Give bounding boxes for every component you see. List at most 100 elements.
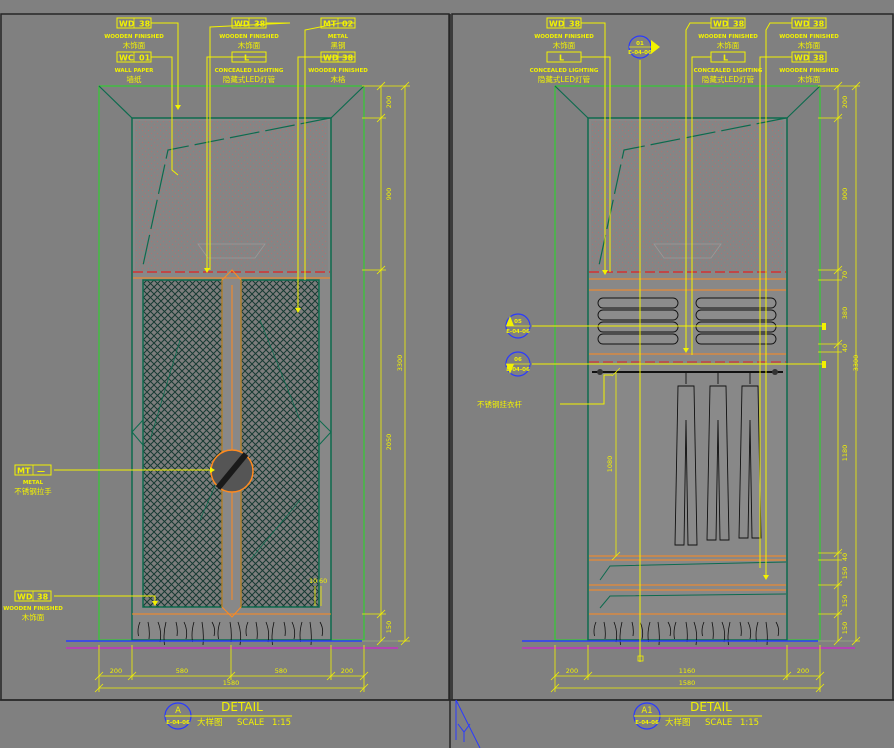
tag-code: WD bbox=[323, 54, 339, 63]
folded-garment bbox=[597, 297, 679, 309]
title-letter: A bbox=[175, 706, 181, 716]
tag-label-cn: 木饰面 bbox=[123, 40, 146, 50]
tag-label-en: METAL bbox=[328, 34, 349, 40]
folded-garment bbox=[597, 333, 679, 345]
tag-num: 38 bbox=[733, 20, 745, 29]
tag-num: 38 bbox=[37, 593, 49, 602]
tag-code: L bbox=[559, 54, 564, 63]
title-scale: 1:15 bbox=[272, 718, 291, 728]
folded-garment bbox=[597, 309, 679, 321]
right-vdim-7: 40 bbox=[841, 553, 849, 561]
right-vdim-3: 380 bbox=[841, 307, 849, 319]
tag-num: — bbox=[37, 467, 45, 476]
left-hdim-1: 580 bbox=[176, 667, 188, 675]
folded-garment bbox=[695, 321, 777, 333]
right-vdim-8: 150 bbox=[841, 567, 849, 579]
right-hdim-0: 200 bbox=[566, 667, 578, 675]
left-door-right bbox=[240, 279, 320, 608]
tag-num: 38 bbox=[813, 54, 825, 63]
tag-num: 38 bbox=[139, 20, 151, 29]
title-word: DETAIL bbox=[221, 700, 263, 714]
tag-num: 01 bbox=[139, 54, 151, 63]
tag-label-en: WOODEN FINISHED bbox=[219, 34, 279, 40]
left-vdim-1: 900 bbox=[385, 188, 393, 200]
tag-label-en: WOODEN FINISHED bbox=[779, 68, 839, 74]
tag-label-cn: 墙纸 bbox=[127, 74, 142, 84]
title-cn: 大样图 bbox=[197, 717, 223, 728]
left-hdim-2: 580 bbox=[275, 667, 287, 675]
section-sheet: E-04-06 bbox=[628, 50, 652, 56]
tag-num: 38 bbox=[569, 20, 581, 29]
folded-garment bbox=[597, 321, 679, 333]
section-num: 01 bbox=[636, 41, 644, 47]
tag-code: WD bbox=[119, 20, 135, 29]
right-inner-dim-value: 1080 bbox=[606, 456, 614, 473]
tag-label-en: WOODEN FINISHED bbox=[3, 606, 63, 612]
callout-end bbox=[822, 323, 826, 330]
left-vdim-2: 3300 bbox=[396, 355, 404, 372]
tag-code: L bbox=[723, 54, 728, 63]
right-vdim-6: 1180 bbox=[841, 445, 849, 462]
tag-label-cn: 木饰面 bbox=[553, 40, 576, 50]
small-dim: 60 bbox=[319, 577, 327, 585]
tag-label-cn: 黑钢 bbox=[331, 40, 346, 50]
tag-label-en: WOODEN FINISHED bbox=[534, 34, 594, 40]
tag-code: WD bbox=[713, 20, 729, 29]
right-rail-end bbox=[597, 369, 603, 375]
folded-garment bbox=[695, 309, 777, 321]
tag-label-en: CONCEALED LIGHTING bbox=[215, 68, 284, 74]
tag-label-cn: 隐藏式LED灯管 bbox=[702, 74, 755, 84]
title-word: DETAIL bbox=[690, 700, 732, 714]
tag-code: WC bbox=[119, 54, 134, 63]
tag-code: WD bbox=[234, 20, 250, 29]
title-letter: A1 bbox=[641, 706, 652, 716]
tag-label-en: WOODEN FINISHED bbox=[104, 34, 164, 40]
right-total-width: 1580 bbox=[679, 679, 696, 687]
tag-label-cn: 木饰面 bbox=[717, 40, 740, 50]
right-vdim-2: 70 bbox=[841, 271, 849, 279]
tag-label-en: WOODEN FINISHED bbox=[779, 34, 839, 40]
left-vdim-0: 200 bbox=[385, 96, 393, 108]
title-cn: 大样图 bbox=[665, 717, 691, 728]
right-vdim-1: 900 bbox=[841, 188, 849, 200]
tag-label-en: WOODEN FINISHED bbox=[698, 34, 758, 40]
tag-label-cn: 木饰面 bbox=[798, 40, 821, 50]
tag-label-cn: 木格 bbox=[331, 74, 346, 84]
folded-garment bbox=[695, 297, 777, 309]
tag-label-cn: 木饰面 bbox=[238, 40, 261, 50]
right-hdim-1: 1160 bbox=[679, 667, 696, 675]
right-vdim-10: 150 bbox=[841, 622, 849, 634]
tag-label-en: CONCEALED LIGHTING bbox=[530, 68, 599, 74]
tag-label-en: CONCEALED LIGHTING bbox=[694, 68, 763, 74]
tag-label-cn: 隐藏式LED灯管 bbox=[538, 74, 591, 84]
tag-label-en: METAL bbox=[23, 480, 44, 486]
callout-sheet: E-04-06 bbox=[506, 367, 530, 373]
left-vdim-3: 2050 bbox=[385, 434, 393, 451]
right-rail-end bbox=[772, 369, 778, 375]
left-hdim-0: 200 bbox=[110, 667, 122, 675]
tag-code: L bbox=[244, 54, 249, 63]
tag-num: 38 bbox=[342, 54, 354, 63]
title-scale: 1:15 bbox=[740, 718, 759, 728]
tag-code: WD bbox=[794, 20, 810, 29]
left-hdim-3: 200 bbox=[341, 667, 353, 675]
tag-label-cn: 木饰面 bbox=[798, 74, 821, 84]
right-hdim-2: 200 bbox=[797, 667, 809, 675]
left-door-left bbox=[142, 279, 223, 608]
tag-label-en: WALL PAPER bbox=[115, 68, 155, 74]
callout-num: 06 bbox=[514, 357, 522, 363]
right-vdim-4: 40 bbox=[841, 344, 849, 352]
tag-label-cn: 隐藏式LED灯管 bbox=[223, 74, 276, 84]
tag-num: 02 bbox=[342, 20, 353, 29]
tag-code: MT bbox=[17, 467, 31, 476]
tag-label-cn: 不锈钢拉手 bbox=[14, 486, 52, 496]
right-vdim-9: 150 bbox=[841, 595, 849, 607]
tag-num: 38 bbox=[813, 20, 825, 29]
rail-label: 不锈钢挂衣杆 bbox=[477, 399, 522, 409]
title-sheet: E-04-06 bbox=[635, 720, 659, 726]
left-vdim-4: 150 bbox=[385, 621, 393, 633]
tag-code: WD bbox=[549, 20, 565, 29]
callout-num: 05 bbox=[514, 319, 522, 325]
title-scale-label: SCALE bbox=[237, 718, 264, 728]
tag-code: WD bbox=[794, 54, 810, 63]
